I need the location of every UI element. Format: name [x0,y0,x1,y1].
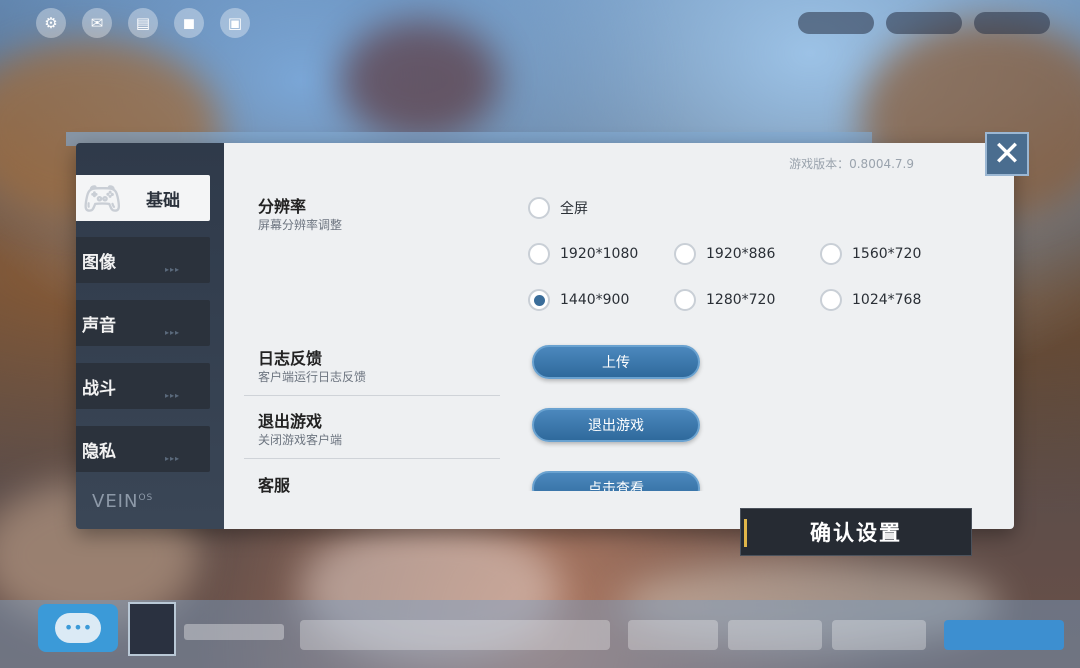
view-button[interactable]: 点击查看 [532,471,700,491]
arrows-icon: ▸▸▸ [164,265,180,274]
radio-circle [528,243,550,265]
resource-chip [798,12,874,34]
radio-circle [674,289,696,311]
radio-circle [820,289,842,311]
radio-dot [533,294,545,306]
confirm-settings-button[interactable]: 确认设置 [740,508,972,556]
vein-logo: VEINOS [92,491,154,512]
arrows-icon: ▸▸▸ [164,391,180,400]
tab-label: 声音 [82,315,116,336]
tab-combat[interactable]: 战斗 ▸▸▸ [76,363,210,409]
radio-1920x1080[interactable]: 1920*1080 [528,243,638,265]
radio-1560x720[interactable]: 1560*720 [820,243,921,265]
clip-region: 点击查看 [224,471,1014,491]
player-name [184,624,284,640]
radio-1440x900[interactable]: 1440*900 [528,289,629,311]
chat-preview[interactable] [300,620,610,650]
radio-circle [820,243,842,265]
exit-game-subtitle: 关闭游戏客户端 [258,433,343,447]
tab-label: 战斗 [82,378,116,399]
tab-label: 基础 [146,190,180,211]
background-scene [340,20,500,140]
mail-icon[interactable]: ✉ [82,8,112,38]
bottom-menu-item-primary[interactable] [944,620,1064,650]
radio-circle [674,243,696,265]
tab-privacy[interactable]: 隐私 ▸▸▸ [76,426,210,472]
bottom-menu-item[interactable] [728,620,822,650]
resolution-title: 分辨率 [258,197,307,216]
resolution-subtitle: 屏幕分辨率调整 [258,218,343,232]
document-icon[interactable]: ▤ [128,8,158,38]
resource-chip [886,12,962,34]
log-feedback-subtitle: 客户端运行日志反馈 [258,370,367,384]
settings-icon[interactable]: ⚙ [36,8,66,38]
divider [244,395,500,396]
resource-chip [974,12,1050,34]
divider [244,458,500,459]
log-feedback-title: 日志反馈 [258,349,323,368]
radio-circle-selected [528,289,550,311]
gamepad-icon: 🎮︎ [82,179,123,217]
tab-label: 图像 [82,252,116,273]
upload-button[interactable]: 上传 [532,345,700,379]
tab-sound[interactable]: 声音 ▸▸▸ [76,300,210,346]
radio-fullscreen[interactable]: 全屏 [528,197,588,219]
close-icon: ✕ [992,134,1022,174]
chat-icon: ••• [55,613,101,643]
close-button[interactable]: ✕ [985,132,1029,176]
arrows-icon: ▸▸▸ [164,328,180,337]
settings-sidebar: 🎮︎ 基础 图像 ▸▸▸ 声音 ▸▸▸ 战斗 ▸▸▸ 隐私 ▸▸▸ VEINOS [76,143,224,529]
tab-graphics[interactable]: 图像 ▸▸▸ [76,237,210,283]
tab-basic[interactable]: 🎮︎ 基础 [76,175,210,221]
tab-label: 隐私 [82,441,116,462]
settings-dialog: 🎮︎ 基础 图像 ▸▸▸ 声音 ▸▸▸ 战斗 ▸▸▸ 隐私 ▸▸▸ VEINOS… [76,143,1014,529]
radio-circle [528,197,550,219]
resource-bar [798,12,1050,34]
radio-1024x768[interactable]: 1024*768 [820,289,921,311]
arrows-icon: ▸▸▸ [164,454,180,463]
bookmark-icon[interactable]: ▣ [220,8,250,38]
bottom-menu-item[interactable] [628,620,718,650]
chat-button[interactable]: ••• [38,604,118,652]
game-version: 游戏版本：0.8004.7.9 [789,157,914,171]
top-hud: ⚙ ✉ ▤ ◼ ▣ [36,8,250,38]
avatar[interactable] [128,602,176,656]
exit-game-title: 退出游戏 [258,412,323,431]
radio-1920x886[interactable]: 1920*886 [674,243,775,265]
bottom-menu-item[interactable] [832,620,926,650]
settings-content: 游戏版本：0.8004.7.9 分辨率 屏幕分辨率调整 全屏 1920*1080… [224,143,1014,529]
bag-icon[interactable]: ◼ [174,8,204,38]
radio-1280x720[interactable]: 1280*720 [674,289,775,311]
exit-game-button[interactable]: 退出游戏 [532,408,700,442]
